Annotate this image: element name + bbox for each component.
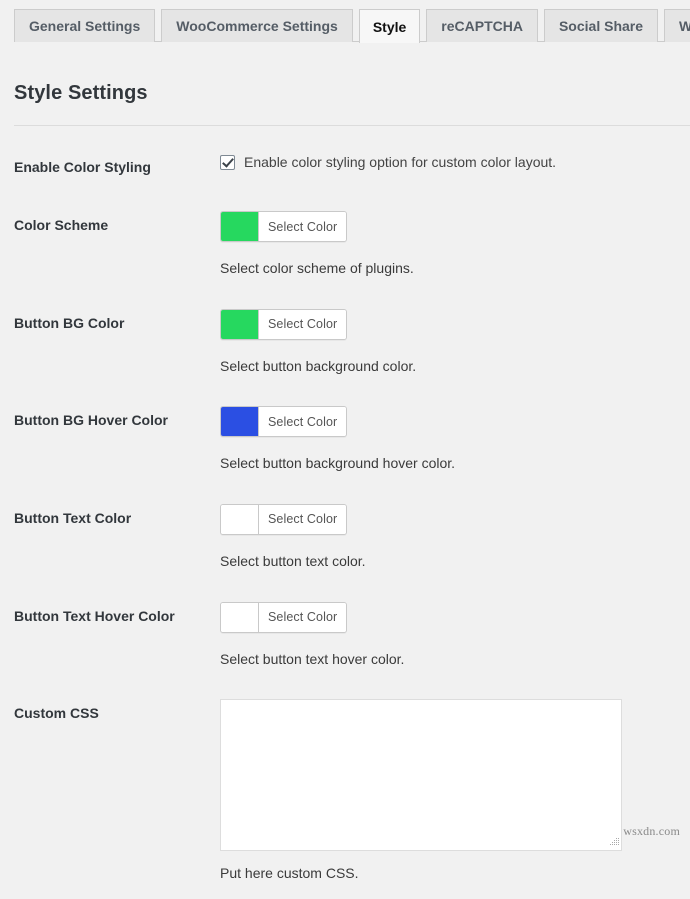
field-description-button-bg-color: Select button background color. bbox=[220, 357, 680, 377]
style-settings-form: Enable Color Styling Enable color stylin… bbox=[0, 138, 690, 899]
select-color-button-button-text-color[interactable]: Select Color bbox=[259, 505, 346, 534]
tab-label: WooCommerce Settings bbox=[176, 19, 338, 33]
setting-row-button-text-hover-color: Button Text Hover Color Select Color Sel… bbox=[0, 587, 690, 685]
tab-label: Wallet bbox=[679, 19, 690, 33]
color-picker-button-bg-color[interactable]: Select Color bbox=[220, 309, 347, 340]
color-picker-color-scheme[interactable]: Select Color bbox=[220, 211, 347, 242]
field-description-button-text-color: Select button text color. bbox=[220, 552, 680, 572]
enable-color-styling-checkbox-row[interactable]: Enable color styling option for custom c… bbox=[220, 153, 680, 173]
settings-tab-bar: General Settings WooCommerce Settings St… bbox=[0, 0, 690, 42]
tab-general-settings[interactable]: General Settings bbox=[14, 9, 155, 42]
field-control-button-bg-color: Select Color Select button background co… bbox=[220, 294, 690, 392]
setting-row-enable-color-styling: Enable Color Styling Enable color stylin… bbox=[0, 138, 690, 196]
field-label-button-bg-hover-color: Button BG Hover Color bbox=[0, 391, 220, 489]
tab-style[interactable]: Style bbox=[359, 9, 420, 43]
field-description-custom-css: Put here custom CSS. bbox=[220, 864, 680, 884]
setting-row-color-scheme: Color Scheme Select Color Select color s… bbox=[0, 196, 690, 294]
field-label-color-scheme: Color Scheme bbox=[0, 196, 220, 294]
field-control-button-text-hover-color: Select Color Select button text hover co… bbox=[220, 587, 690, 685]
field-description-color-scheme: Select color scheme of plugins. bbox=[220, 259, 680, 279]
tab-label: Style bbox=[373, 20, 406, 34]
tab-label: reCAPTCHA bbox=[441, 19, 523, 33]
custom-css-textarea[interactable] bbox=[220, 699, 622, 851]
tab-woocommerce-settings[interactable]: WooCommerce Settings bbox=[161, 9, 353, 42]
field-label-button-text-hover-color: Button Text Hover Color bbox=[0, 587, 220, 685]
field-description-button-text-hover-color: Select button text hover color. bbox=[220, 650, 680, 670]
field-label-button-text-color: Button Text Color bbox=[0, 489, 220, 587]
setting-row-button-bg-hover-color: Button BG Hover Color Select Color Selec… bbox=[0, 391, 690, 489]
field-control-color-scheme: Select Color Select color scheme of plug… bbox=[220, 196, 690, 294]
custom-css-textarea-wrap bbox=[220, 699, 622, 851]
tab-strip: General Settings WooCommerce Settings St… bbox=[14, 0, 690, 42]
color-swatch-button-text-hover-color[interactable] bbox=[221, 603, 259, 632]
tab-social-share[interactable]: Social Share bbox=[544, 9, 658, 42]
field-control-button-bg-hover-color: Select Color Select button background ho… bbox=[220, 391, 690, 489]
color-swatch-color-scheme[interactable] bbox=[221, 212, 259, 241]
tab-label: Social Share bbox=[559, 19, 643, 33]
field-control-custom-css: Put here custom CSS. bbox=[220, 684, 690, 899]
field-label-button-bg-color: Button BG Color bbox=[0, 294, 220, 392]
field-control-enable-color-styling: Enable color styling option for custom c… bbox=[220, 138, 690, 196]
color-swatch-button-bg-color[interactable] bbox=[221, 310, 259, 339]
watermark: wsxdn.com bbox=[623, 824, 680, 839]
tab-label: General Settings bbox=[29, 19, 140, 33]
checkbox-label: Enable color styling option for custom c… bbox=[244, 153, 556, 173]
enable-color-styling-checkbox[interactable] bbox=[220, 155, 235, 170]
select-color-button-button-text-hover-color[interactable]: Select Color bbox=[259, 603, 346, 632]
color-picker-button-bg-hover-color[interactable]: Select Color bbox=[220, 406, 347, 437]
color-picker-button-text-hover-color[interactable]: Select Color bbox=[220, 602, 347, 633]
color-picker-button-text-color[interactable]: Select Color bbox=[220, 504, 347, 535]
select-color-button-color-scheme[interactable]: Select Color bbox=[259, 212, 346, 241]
field-control-button-text-color: Select Color Select button text color. bbox=[220, 489, 690, 587]
select-color-button-button-bg-hover-color[interactable]: Select Color bbox=[259, 407, 346, 436]
setting-row-button-text-color: Button Text Color Select Color Select bu… bbox=[0, 489, 690, 587]
page-title: Style Settings bbox=[0, 42, 690, 105]
field-label-enable-color-styling: Enable Color Styling bbox=[0, 138, 220, 196]
settings-content: Style Settings Enable Color Styling Enab… bbox=[0, 42, 690, 899]
tab-recaptcha[interactable]: reCAPTCHA bbox=[426, 9, 538, 42]
field-description-button-bg-hover-color: Select button background hover color. bbox=[220, 454, 680, 474]
color-swatch-button-text-color[interactable] bbox=[221, 505, 259, 534]
color-swatch-button-bg-hover-color[interactable] bbox=[221, 407, 259, 436]
setting-row-button-bg-color: Button BG Color Select Color Select butt… bbox=[0, 294, 690, 392]
tab-wallet[interactable]: Wallet bbox=[664, 9, 690, 42]
select-color-button-button-bg-color[interactable]: Select Color bbox=[259, 310, 346, 339]
field-label-custom-css: Custom CSS bbox=[0, 684, 220, 899]
title-divider bbox=[14, 125, 690, 126]
setting-row-custom-css: Custom CSS Put here custom CSS. bbox=[0, 684, 690, 899]
